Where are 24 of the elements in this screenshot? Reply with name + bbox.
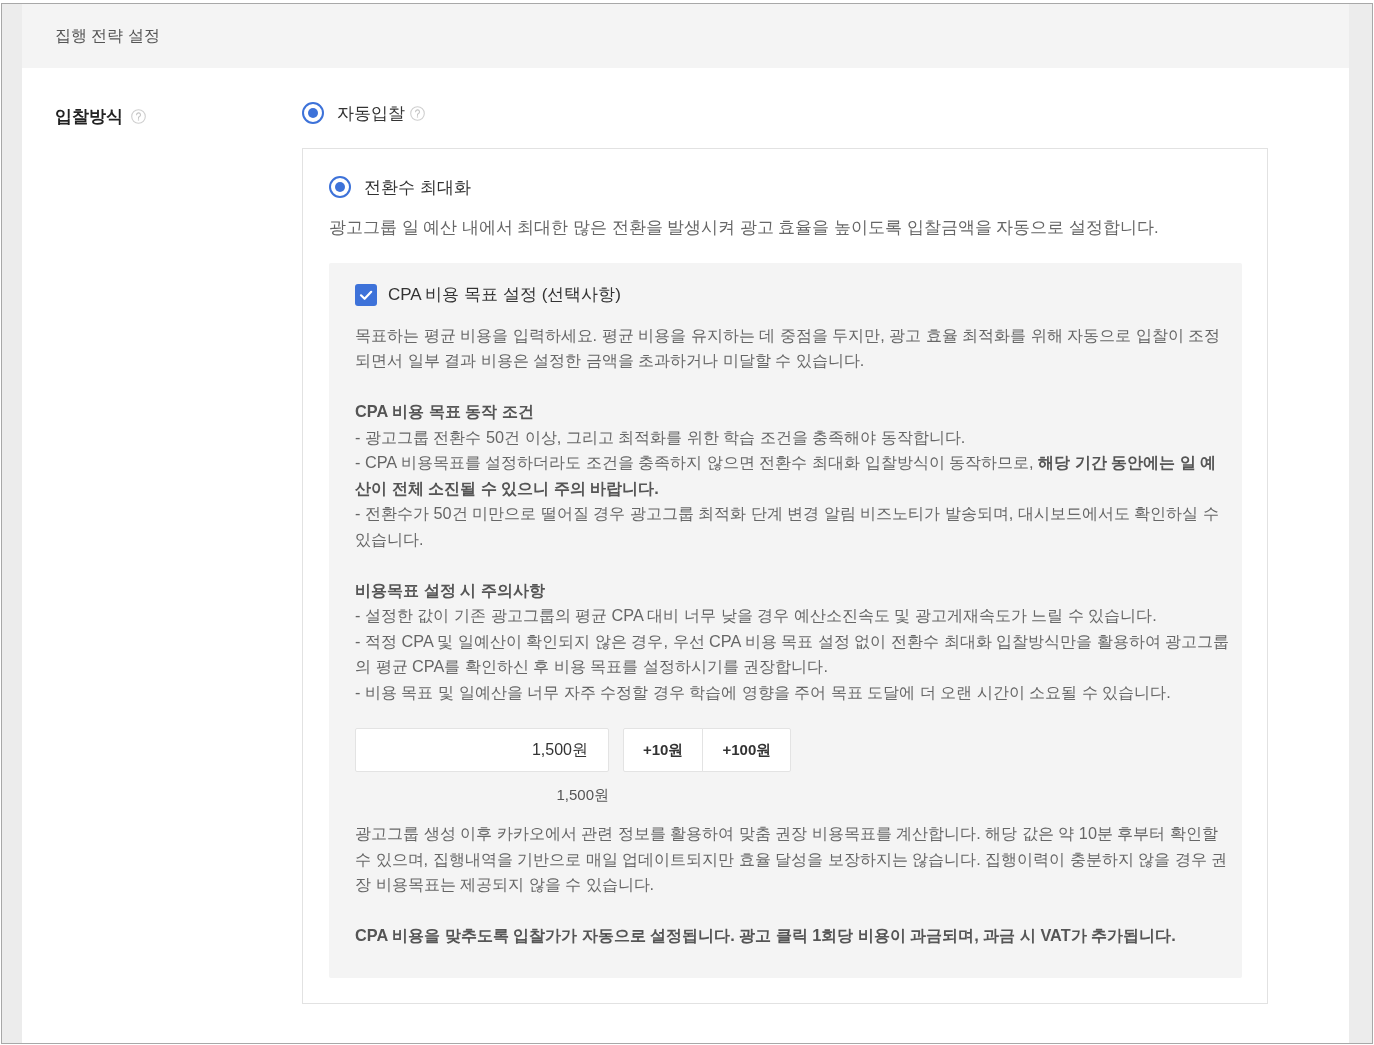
description-text: 광고그룹 일 예산 내에서 최대한 많은 전환을 발생시켜 광고 효율을 높이도록 입찰금액을 자동으로 설정합니다. bbox=[329, 217, 1160, 239]
footer-text: CPA 비용을 맞추도록 입찰가가 자동으로 설정됩니다. 광고 클릭 1회당 비용이 과금되며, 과금 시 VAT가 추가됩니다. bbox=[355, 925, 1177, 946]
increment-button[interactable]: +10원 bbox=[623, 728, 704, 772]
section-heading: CPA 비용 목표 동작 조건 bbox=[355, 401, 535, 422]
intro-text: 목표하는 평균 비용을 입력하세요. 평균 비용을 유지하는 데 중점을 두지만, 광고 효율 최적화를 위해 자동으로 입찰이 조정되면서 일부 결과 비용은 설정한 금액을 초과하거나 미달할 수 있습니다. bbox=[355, 324, 1222, 371]
section-heading: 비용목표 설정 시 주의사항 bbox=[355, 579, 546, 601]
bullet-text: - 광고그룹 전환수 50건 이상, 그리고 최적화를 위한 학습 조건을 충족해야 동작합니다. bbox=[355, 426, 967, 448]
note-text: 광고그룹 생성 이후 카카오에서 관련 정보를 활용하여 맞춤 권장 비용목표를 계산합니다. 해당 값은 약 10분 후부터 확인할 수 있으며, 집행내역을 기반으로 매일 업데이트되지만 효율 달성을 보장하지는 않습니다. 집행이력이 충분하지 않을 경우 권장 비용목표는 제공되지 않을 수 있습니다. bbox=[355, 823, 1229, 895]
radio-label[interactable]: 전환수 최대화 bbox=[364, 175, 471, 199]
bullet-text: - 전환수가 50건 미만으로 떨어질 경우 광고그룹 최적화 단계 변경 알림 비즈노티가 발송되며, 대시보드에서도 확인하실 수 있습니다. bbox=[355, 503, 1220, 550]
amount-caption: 1,500원 bbox=[556, 785, 609, 805]
bullet-text: - 적정 CPA 및 일예산이 확인되지 않은 경우, 우선 CPA 비용 목표 설정 없이 전환수 최대화 입찰방식만을 활용하여 광고그룹의 평균 CPA를 확인하신 후 비용 목표를 설정하시기를 권장합니다. bbox=[355, 630, 1230, 677]
bullet-text: - CPA 비용목표를 설정하더라도 조건을 충족하지 않으면 전환수 최대화 입찰방식이 동작하므로, 해당 기간 동안에는 일 예산이 전체 소진될 수 있으니 주의 바랍니다. bbox=[355, 452, 1218, 499]
section-title: 집행 전략 설정 bbox=[55, 25, 160, 46]
bullet-text: - 설정한 값이 기존 광고그룹의 평균 CPA 대비 너무 낮을 경우 예산소진속도 및 광고게재속도가 느릴 수 있습니다. bbox=[355, 605, 1158, 626]
amount-input[interactable]: 1,500원 bbox=[355, 728, 609, 772]
radio-label[interactable]: 자동입찰 bbox=[337, 101, 405, 125]
increment-button[interactable]: +100원 bbox=[702, 728, 792, 772]
checkbox[interactable] bbox=[355, 283, 377, 306]
field-label: 입찰방식 bbox=[55, 105, 123, 128]
radio-button[interactable] bbox=[302, 102, 324, 124]
checkbox-label[interactable]: CPA 비용 목표 설정 (선택사항) bbox=[388, 283, 621, 306]
radio-button[interactable] bbox=[329, 176, 351, 198]
bullet-text: - 비용 목표 및 일예산을 너무 자주 수정할 경우 학습에 영향을 주어 목표 도달에 더 오랜 시간이 소요될 수 있습니다. bbox=[355, 681, 1172, 703]
